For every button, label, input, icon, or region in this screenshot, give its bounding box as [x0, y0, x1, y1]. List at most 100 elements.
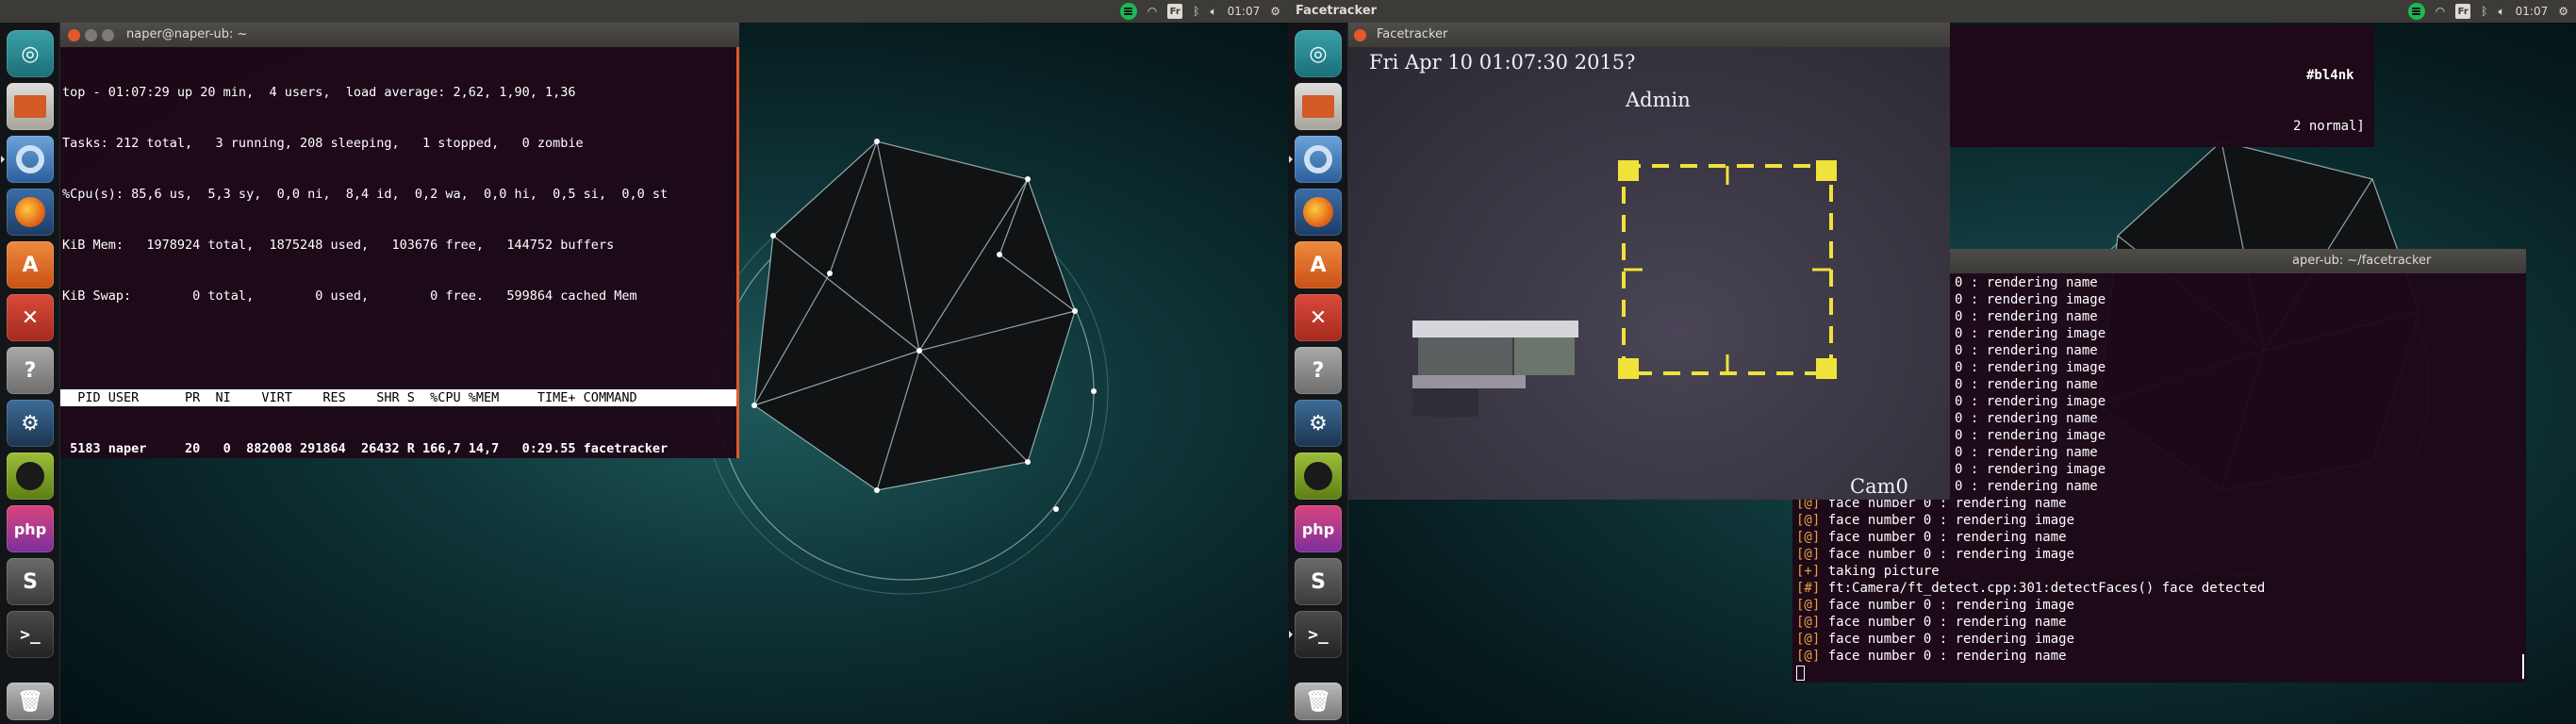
ubuntu-dash-icon[interactable]: ◎: [1295, 30, 1342, 77]
volume-icon[interactable]: 🔈︎: [2498, 3, 2504, 20]
terminal-icon[interactable]: >_: [1289, 611, 1342, 658]
log-text: face number 0 : rendering image: [1820, 598, 2075, 613]
log-line: [@] face number 0 : rendering image: [1792, 513, 2526, 530]
wifi-icon[interactable]: ◠: [2436, 3, 2445, 20]
facetracker-titlebar[interactable]: Facetracker: [1348, 23, 1950, 47]
process-row: 2798 naper 20 0 930136 71408 26056 S 4,6…: [60, 457, 736, 458]
firefox-icon[interactable]: [1295, 189, 1342, 236]
face-label: Admin: [1626, 89, 1691, 111]
sublime-text-icon[interactable]: S: [1295, 558, 1342, 605]
log-text: ft:Camera/ft_detect.cpp:301:detectFaces(…: [1820, 581, 2266, 596]
software-center-icon[interactable]: A: [7, 241, 54, 288]
firefox-icon[interactable]: [7, 189, 54, 236]
log-text: face number 0 : rendering image: [1820, 513, 2075, 528]
files-icon[interactable]: [1295, 83, 1342, 130]
spotify-icon[interactable]: [2407, 3, 2425, 20]
log-line: [@] face number 0 : rendering name: [1792, 530, 2526, 547]
system-settings-icon[interactable]: ✕: [1295, 294, 1342, 341]
terminal-titlebar[interactable]: naper@naper-ub: ~: [60, 23, 739, 47]
log-tag: [#]: [1796, 581, 1821, 596]
maximize-button[interactable]: [102, 29, 114, 41]
system-tray: ◠ Fr ᛒ 🔈︎ 01:07 ⚙: [2407, 3, 2568, 20]
system-settings-icon[interactable]: ✕: [7, 294, 54, 341]
top-summary-line: Tasks: 212 total, 3 running, 208 sleepin…: [62, 136, 584, 151]
panel-window-title: Facetracker: [1296, 4, 1378, 18]
top-summary-line: %Cpu(s): 85,6 us, 5,3 sy, 0,0 ni, 8,4 id…: [62, 187, 669, 202]
gear-icon[interactable]: ⚙: [1270, 3, 1280, 20]
top-terminal-window[interactable]: naper@naper-ub: ~ top - 01:07:29 up 20 m…: [60, 23, 739, 458]
log-tag: [+]: [1796, 564, 1821, 579]
steam-icon[interactable]: ⚙: [1295, 400, 1342, 447]
trash-icon[interactable]: 🗑︎: [7, 683, 54, 720]
close-button[interactable]: [1354, 29, 1366, 41]
terminal-title: naper@naper-ub: ~: [126, 27, 248, 41]
log-line: [@] face number 0 : rendering name: [1792, 649, 2526, 666]
camera-label: Cam0: [1850, 475, 1908, 498]
camera-timestamp: Fri Apr 10 01:07:30 2015?: [1369, 51, 1636, 74]
top-summary-line: KiB Swap: 0 total, 0 used, 0 free. 59986…: [62, 288, 637, 304]
close-button[interactable]: [68, 29, 80, 41]
sublime-text-icon[interactable]: S: [7, 558, 54, 605]
gear-icon[interactable]: ⚙: [2558, 3, 2568, 20]
top-panel: Facetracker ◠ Fr ᛒ 🔈︎ 01:07 ⚙: [1288, 0, 2576, 23]
top-panel: ◠ Fr ᛒ 🔈︎ 01:07 ⚙: [0, 0, 1288, 23]
bluetooth-icon[interactable]: ᛒ: [1193, 3, 1199, 20]
terminal-icon[interactable]: >_: [7, 611, 54, 658]
files-icon[interactable]: [7, 83, 54, 130]
wifi-icon[interactable]: ◠: [1148, 3, 1157, 20]
spotify-icon[interactable]: [1295, 452, 1342, 500]
log-text: taking picture: [1820, 564, 1940, 579]
clock[interactable]: 01:07: [2516, 3, 2549, 20]
text-cursor: [1796, 666, 1805, 681]
log-text: face number 0 : rendering image: [1820, 547, 2075, 562]
steam-icon[interactable]: ⚙: [7, 400, 54, 447]
trash-icon[interactable]: 🗑︎: [1295, 683, 1342, 720]
face-detection-box: [1618, 160, 1837, 379]
log-text: face number 0 : rendering name: [1820, 649, 2067, 664]
volume-icon[interactable]: 🔈︎: [1210, 3, 1216, 20]
unity-launcher: ◎ A ✕ ? ⚙ php S >_ 🗑︎: [1288, 23, 1348, 724]
process-row: 5183 naper 20 0 882008 291864 26432 R 16…: [62, 441, 669, 456]
top-output[interactable]: top - 01:07:29 up 20 min, 4 users, load …: [60, 47, 739, 458]
log-tag: [@]: [1796, 513, 1821, 528]
log-window-title: aper-ub: ~/facetracker: [2292, 254, 2432, 268]
log-text: face number 0 : rendering name: [1820, 530, 2067, 545]
log-tag: [@]: [1796, 615, 1821, 630]
top-summary-line: top - 01:07:29 up 20 min, 4 users, load …: [62, 85, 576, 100]
background-terminal-window[interactable]: #bl4nk 2 normal]: [1948, 25, 2374, 147]
ubuntu-dash-icon[interactable]: ◎: [7, 30, 54, 77]
facetracker-window[interactable]: Facetracker Fri Apr 10 01:07:30 2015? Ad…: [1348, 23, 1950, 500]
chromium-icon[interactable]: [1289, 136, 1342, 183]
scrollbar[interactable]: [2522, 654, 2524, 679]
log-line: [#] ft:Camera/ft_detect.cpp:301:detectFa…: [1792, 581, 2526, 598]
camera-feed[interactable]: Fri Apr 10 01:07:30 2015? Admin Cam0: [1348, 47, 1950, 500]
fr-keyboard-icon[interactable]: Fr: [2455, 4, 2471, 19]
fr-keyboard-icon[interactable]: Fr: [1167, 4, 1183, 19]
system-tray: ◠ Fr ᛒ 🔈︎ 01:07 ⚙: [1119, 3, 1280, 20]
phpstorm-icon[interactable]: php: [7, 505, 54, 552]
process-list: 5183 naper 20 0 882008 291864 26432 R 16…: [60, 440, 736, 458]
log-line: [@] face number 0 : rendering image: [1792, 598, 2526, 615]
minimize-button[interactable]: [85, 29, 97, 41]
top-summary-line: KiB Mem: 1978924 total, 1875248 used, 10…: [62, 238, 615, 253]
help-icon[interactable]: ?: [7, 347, 54, 394]
log-line: [@] face number 0 : rendering name: [1792, 615, 2526, 632]
spotify-icon[interactable]: [7, 452, 54, 500]
software-center-icon[interactable]: A: [1295, 241, 1342, 288]
log-line: [@] face number 0 : rendering image: [1792, 547, 2526, 564]
clock[interactable]: 01:07: [1228, 3, 1261, 20]
bluetooth-icon[interactable]: ᛒ: [2481, 3, 2487, 20]
log-tag: [@]: [1796, 649, 1821, 664]
spotify-icon[interactable]: [1119, 3, 1137, 20]
process-table-header: PID USER PR NI VIRT RES SHR S %CPU %MEM …: [60, 389, 736, 406]
help-icon[interactable]: ?: [1295, 347, 1342, 394]
facetracker-title: Facetracker: [1377, 27, 1448, 41]
log-line: [+] taking picture: [1792, 564, 2526, 581]
log-text: face number 0 : rendering name: [1820, 615, 2067, 630]
log-tag: [@]: [1796, 598, 1821, 613]
terminal-fragment: #bl4nk: [2306, 68, 2354, 83]
log-line: [@] face number 0 : rendering image: [1792, 632, 2526, 649]
phpstorm-icon[interactable]: php: [1295, 505, 1342, 552]
chromium-icon[interactable]: [1, 136, 54, 183]
log-tag: [@]: [1796, 632, 1821, 647]
